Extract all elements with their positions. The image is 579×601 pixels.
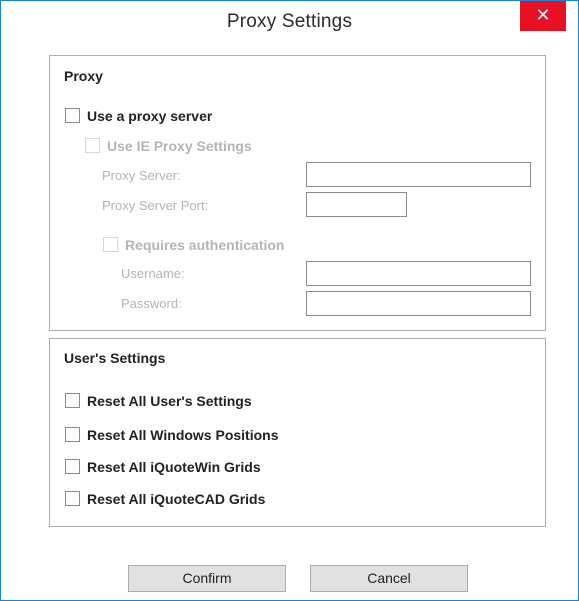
username-input[interactable] bbox=[306, 261, 531, 286]
dialog-title: Proxy Settings bbox=[226, 11, 353, 32]
reset-iquotecad-grids-label[interactable]: Reset All iQuoteCAD Grids bbox=[87, 491, 265, 507]
cancel-button[interactable]: Cancel bbox=[310, 565, 468, 592]
use-proxy-checkbox[interactable] bbox=[65, 108, 80, 123]
confirm-button[interactable]: Confirm bbox=[128, 565, 286, 592]
proxy-group-title: Proxy bbox=[64, 68, 103, 84]
password-label: Password: bbox=[121, 296, 182, 311]
users-settings-group: User's Settings Reset All User's Setting… bbox=[49, 338, 546, 527]
proxy-server-input[interactable] bbox=[306, 162, 531, 187]
proxy-server-label: Proxy Server: bbox=[102, 168, 181, 183]
requires-auth-label[interactable]: Requires authentication bbox=[125, 237, 284, 253]
proxy-settings-dialog: Proxy Settings ✕ Proxy Use a proxy serve… bbox=[0, 0, 579, 601]
users-settings-group-title: User's Settings bbox=[64, 350, 166, 366]
proxy-group: Proxy Use a proxy server Use IE Proxy Se… bbox=[49, 55, 546, 331]
use-ie-proxy-label[interactable]: Use IE Proxy Settings bbox=[107, 138, 252, 154]
proxy-port-input[interactable] bbox=[306, 192, 407, 217]
close-button[interactable]: ✕ bbox=[520, 1, 566, 31]
reset-iquotewin-grids-checkbox[interactable] bbox=[65, 459, 80, 474]
use-ie-proxy-checkbox[interactable] bbox=[85, 138, 100, 153]
password-input[interactable] bbox=[306, 291, 531, 316]
reset-users-settings-checkbox[interactable] bbox=[65, 393, 80, 408]
close-icon: ✕ bbox=[535, 5, 551, 25]
use-proxy-label[interactable]: Use a proxy server bbox=[87, 108, 212, 124]
reset-windows-positions-label[interactable]: Reset All Windows Positions bbox=[87, 427, 279, 443]
reset-iquotewin-grids-label[interactable]: Reset All iQuoteWin Grids bbox=[87, 459, 261, 475]
requires-auth-checkbox[interactable] bbox=[103, 237, 118, 252]
reset-windows-positions-checkbox[interactable] bbox=[65, 427, 80, 442]
title-bar: Proxy Settings ✕ bbox=[1, 1, 578, 41]
proxy-port-label: Proxy Server Port: bbox=[102, 198, 209, 213]
username-label: Username: bbox=[121, 266, 185, 281]
reset-iquotecad-grids-checkbox[interactable] bbox=[65, 491, 80, 506]
reset-users-settings-label[interactable]: Reset All User's Settings bbox=[87, 393, 252, 409]
